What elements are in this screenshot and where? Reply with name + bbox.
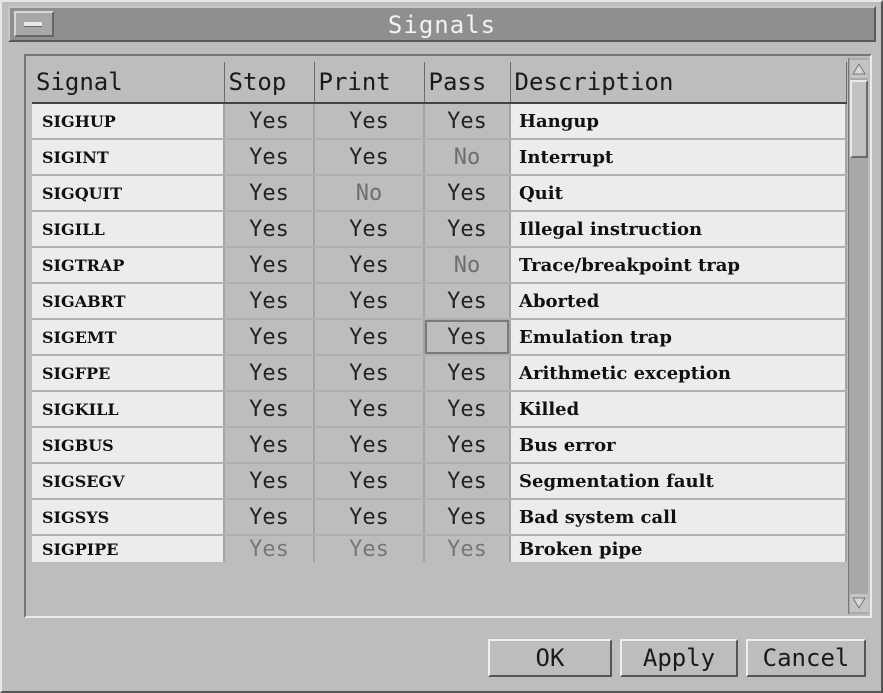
cell-print[interactable]: Yes — [314, 499, 425, 536]
column-header-print[interactable]: Print — [314, 62, 425, 104]
cell-print[interactable]: Yes — [314, 139, 425, 176]
cell-signal: SIGQUIT — [32, 175, 225, 212]
cell-pass[interactable]: Yes — [424, 427, 511, 464]
cell-print[interactable]: Yes — [314, 535, 425, 562]
cell-signal: SIGABRT — [32, 283, 225, 320]
signals-table: Signal Stop Print Pass Description SIGHU… — [32, 62, 847, 562]
cell-print[interactable]: Yes — [314, 247, 425, 284]
cell-description: Interrupt — [510, 139, 847, 176]
cell-signal: SIGSYS — [32, 499, 225, 536]
cell-pass[interactable]: No — [424, 247, 511, 284]
cell-stop[interactable]: Yes — [224, 211, 315, 248]
table-row[interactable]: SIGHUP Yes Yes Yes Hangup — [32, 103, 847, 140]
cell-stop[interactable]: Yes — [224, 247, 315, 284]
cell-signal: SIGILL — [32, 211, 225, 248]
table-row[interactable]: SIGTRAP Yes Yes No Trace/breakpoint trap — [32, 247, 847, 284]
cell-signal: SIGFPE — [32, 355, 225, 392]
cell-description: Bus error — [510, 427, 847, 464]
table-row[interactable]: SIGBUS Yes Yes Yes Bus error — [32, 427, 847, 464]
cell-stop[interactable]: Yes — [224, 499, 315, 536]
cell-pass[interactable]: No — [424, 139, 511, 176]
cell-description: Illegal instruction — [510, 211, 847, 248]
cell-description: Bad system call — [510, 499, 847, 536]
cell-description: Quit — [510, 175, 847, 212]
cell-stop[interactable]: Yes — [224, 103, 315, 140]
scroll-down-button[interactable] — [850, 594, 868, 612]
cell-signal: SIGPIPE — [32, 535, 225, 562]
cell-pass[interactable]: Yes — [424, 103, 511, 140]
cell-signal: SIGTRAP — [32, 247, 225, 284]
cell-print[interactable]: Yes — [314, 427, 425, 464]
cell-description: Segmentation fault — [510, 463, 847, 500]
cell-pass[interactable]: Yes — [424, 355, 511, 392]
column-header-description[interactable]: Description — [510, 62, 847, 104]
cell-signal: SIGEMT — [32, 319, 225, 356]
cell-description: Trace/breakpoint trap — [510, 247, 847, 284]
cell-pass[interactable]: Yes — [424, 211, 511, 248]
table-row[interactable]: SIGFPE Yes Yes Yes Arithmetic exception — [32, 355, 847, 392]
cell-stop[interactable]: Yes — [224, 319, 315, 356]
signals-dialog: Signals Signal Stop Print Pass Descripti… — [0, 0, 883, 693]
cell-signal: SIGKILL — [32, 391, 225, 428]
cell-stop[interactable]: Yes — [224, 139, 315, 176]
scroll-up-button[interactable] — [850, 60, 868, 78]
scroll-down-arrow-icon — [852, 597, 866, 609]
cell-print[interactable]: Yes — [314, 319, 425, 356]
cell-description: Killed — [510, 391, 847, 428]
cell-stop[interactable]: Yes — [224, 535, 315, 562]
cell-description: Aborted — [510, 283, 847, 320]
window-title: Signals — [387, 11, 497, 39]
cell-print[interactable]: Yes — [314, 103, 425, 140]
cell-stop[interactable]: Yes — [224, 175, 315, 212]
apply-button[interactable]: Apply — [620, 639, 738, 677]
table-row[interactable]: SIGPIPE Yes Yes Yes Broken pipe — [32, 535, 847, 562]
table-row[interactable]: SIGILL Yes Yes Yes Illegal instruction — [32, 211, 847, 248]
cell-stop[interactable]: Yes — [224, 283, 315, 320]
column-header-stop[interactable]: Stop — [224, 62, 315, 104]
cell-stop[interactable]: Yes — [224, 463, 315, 500]
cell-print[interactable]: Yes — [314, 283, 425, 320]
table-row[interactable]: SIGEMT Yes Yes Yes Emulation trap — [32, 319, 847, 356]
table-row[interactable]: SIGABRT Yes Yes Yes Aborted — [32, 283, 847, 320]
cell-description: Broken pipe — [510, 535, 847, 562]
cell-pass[interactable]: Yes — [424, 391, 511, 428]
cell-pass[interactable]: Yes — [424, 319, 511, 356]
cell-description: Emulation trap — [510, 319, 847, 356]
cell-pass[interactable]: Yes — [424, 499, 511, 536]
cell-stop[interactable]: Yes — [224, 427, 315, 464]
cell-print[interactable]: No — [314, 175, 425, 212]
cell-pass[interactable]: Yes — [424, 463, 511, 500]
table-row[interactable]: SIGQUIT Yes No Yes Quit — [32, 175, 847, 212]
cell-print[interactable]: Yes — [314, 211, 425, 248]
cell-signal: SIGINT — [32, 139, 225, 176]
signals-table-panel: Signal Stop Print Pass Description SIGHU… — [24, 54, 872, 618]
column-header-pass[interactable]: Pass — [424, 62, 511, 104]
cancel-button[interactable]: Cancel — [746, 639, 866, 677]
cell-stop[interactable]: Yes — [224, 391, 315, 428]
title-bar[interactable]: Signals — [8, 6, 876, 42]
cell-print[interactable]: Yes — [314, 355, 425, 392]
table-row[interactable]: SIGSYS Yes Yes Yes Bad system call — [32, 499, 847, 536]
column-header-signal[interactable]: Signal — [32, 62, 225, 104]
cell-stop[interactable]: Yes — [224, 355, 315, 392]
cell-signal: SIGBUS — [32, 427, 225, 464]
cell-pass[interactable]: Yes — [424, 175, 511, 212]
cell-pass[interactable]: Yes — [424, 283, 511, 320]
table-header-row: Signal Stop Print Pass Description — [32, 62, 847, 104]
cell-signal: SIGSEGV — [32, 463, 225, 500]
scroll-up-arrow-icon — [852, 63, 866, 75]
ok-button[interactable]: OK — [488, 639, 612, 677]
scrollbar-thumb[interactable] — [850, 80, 868, 158]
vertical-scrollbar[interactable] — [848, 58, 868, 614]
table-row[interactable]: SIGKILL Yes Yes Yes Killed — [32, 391, 847, 428]
cell-signal: SIGHUP — [32, 103, 225, 140]
cell-description: Arithmetic exception — [510, 355, 847, 392]
table-row[interactable]: SIGINT Yes Yes No Interrupt — [32, 139, 847, 176]
cell-description: Hangup — [510, 103, 847, 140]
signal-rows: SIGHUP Yes Yes Yes Hangup SIGINT Yes Yes No Inter… — [32, 103, 847, 562]
cell-pass[interactable]: Yes — [424, 535, 511, 562]
table-row[interactable]: SIGSEGV Yes Yes Yes Segmentation fault — [32, 463, 847, 500]
cell-print[interactable]: Yes — [314, 391, 425, 428]
cell-print[interactable]: Yes — [314, 463, 425, 500]
